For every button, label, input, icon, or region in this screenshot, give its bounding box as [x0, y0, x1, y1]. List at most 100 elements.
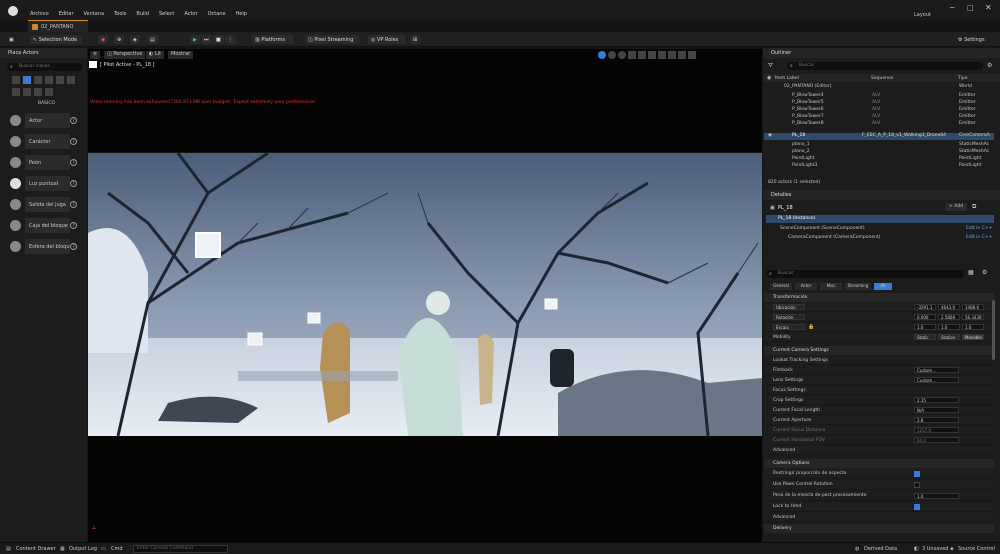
focal-value[interactable]: N/A [914, 407, 959, 413]
mobility-stationary[interactable]: Station [938, 334, 960, 340]
blueprint-icon[interactable]: ⧉ [972, 203, 976, 211]
stop-icon[interactable]: ■ [213, 35, 224, 44]
translate-icon[interactable] [598, 51, 606, 59]
tab-misc[interactable]: Misc [820, 283, 842, 290]
outliner-row[interactable]: P_BlowTower4 ALV Emitter [764, 93, 994, 100]
rotation-label[interactable]: Rotación [773, 314, 805, 320]
cinematic-icon[interactable] [45, 76, 53, 84]
all-classes-icon[interactable] [23, 88, 31, 96]
rotation-x[interactable]: 0.000 [914, 314, 936, 320]
location-label[interactable]: Ubicación [773, 304, 805, 310]
basic-icon[interactable] [23, 76, 31, 84]
help-icon[interactable]: ? [70, 222, 77, 229]
place-player-start-item[interactable]: Salida del juga? [10, 196, 80, 213]
vp-roles-button[interactable]: ◎ VP Roles [368, 35, 406, 44]
details-scrollbar[interactable] [992, 300, 995, 360]
location-y[interactable]: 4643.0 [938, 304, 960, 310]
place-pawn-item[interactable]: Peón? [10, 154, 80, 171]
viewport-menu-icon[interactable]: ≡ [90, 51, 100, 59]
maximize-viewport-icon[interactable] [688, 51, 696, 59]
filmback-select[interactable]: Custom... [914, 367, 959, 373]
tab-all[interactable]: All [874, 283, 892, 290]
menu-build[interactable]: Build [136, 11, 149, 17]
lens-select[interactable]: Custom... [914, 377, 959, 383]
actor-name[interactable]: PL_18 [778, 205, 793, 211]
lit-button[interactable]: ◐ Lit [146, 51, 165, 59]
help-icon[interactable]: ? [70, 159, 77, 166]
tab-actor[interactable]: Actor [795, 283, 817, 290]
selection-mode-button[interactable]: ↖ Selection Mode [30, 35, 82, 44]
outliner-row[interactable]: plano_1 StaticMeshAc [764, 142, 994, 149]
location-x[interactable]: -3291.1 [914, 304, 936, 310]
help-icon[interactable]: ? [70, 117, 77, 124]
settings-button[interactable]: ⚙ Settings [955, 35, 995, 44]
instance-row[interactable]: PL_18 (Instance) [766, 215, 994, 223]
col-type[interactable]: Tipo [958, 76, 967, 81]
mesh-icon[interactable] [45, 88, 53, 96]
cmd-button[interactable]: Cmd [111, 546, 123, 552]
recent-icon[interactable] [12, 76, 20, 84]
edit-cpp-link[interactable]: Edit in C++ [966, 235, 992, 240]
help-icon[interactable]: ? [70, 180, 77, 187]
content-drawer-button[interactable]: Content Drawer [16, 546, 56, 552]
cmd-icon[interactable]: ▭ [101, 546, 106, 552]
place-sphere-item[interactable]: Esfera del bloqu? [10, 238, 80, 255]
show-button[interactable]: Mostrar [168, 51, 194, 59]
perspective-button[interactable]: ◫ Perspective [104, 51, 146, 59]
maximize-icon[interactable]: □ [967, 4, 974, 12]
pixel-streaming-button[interactable]: ◫ Pixel Streaming [305, 35, 360, 44]
source-control-button[interactable]: Source Control [958, 546, 995, 552]
output-log-icon[interactable]: ▦ [60, 546, 65, 552]
place-point-light-item[interactable]: Luz puntual? [10, 175, 80, 192]
snap-scale-icon[interactable] [658, 51, 666, 59]
menu-tools[interactable]: Tools [114, 11, 126, 17]
platforms-button[interactable]: ▥ Platforms [252, 35, 294, 44]
settings-icon[interactable]: ⚙ [982, 269, 987, 276]
scale-z[interactable]: 1.0 [962, 324, 984, 330]
place-character-item[interactable]: Carácter? [10, 133, 80, 150]
scale-y[interactable]: 1.0 [938, 324, 960, 330]
rotation-y[interactable]: 2.5808 [938, 314, 960, 320]
search-input[interactable]: ⌕ Buscar clases [7, 63, 82, 71]
snap-grid-icon[interactable] [638, 51, 646, 59]
outliner-settings-icon[interactable]: ⚙ [987, 62, 992, 69]
lights-icon[interactable] [34, 76, 42, 84]
post-process-weight-value[interactable]: 1.0 [914, 493, 959, 499]
col-item-label[interactable]: Item Label [775, 76, 799, 81]
pawn-rotation-checkbox[interactable] [914, 482, 920, 488]
layout-label[interactable]: Layout [914, 12, 931, 18]
constrain-aspect-checkbox[interactable] [914, 471, 920, 477]
tab-general[interactable]: General [770, 283, 792, 290]
scene-component[interactable]: SceneComponent (SceneComponent) [780, 226, 865, 231]
filter-icon[interactable]: ⛛ [768, 62, 773, 70]
unsaved-button[interactable]: 3 Unsaved [922, 546, 948, 552]
outliner-row[interactable]: plano_2 StaticMeshAc [764, 149, 994, 156]
add-actor-icon[interactable]: ⊕ [114, 35, 125, 44]
viewport-layout-icon[interactable] [678, 51, 686, 59]
outliner-row[interactable]: P_BlowTower8 ALV Emitter [764, 121, 994, 128]
console-input[interactable]: Enter Console Command [133, 545, 228, 553]
lock-hmd-checkbox[interactable] [914, 504, 920, 510]
lookat-row[interactable]: Lookat Tracking Settings [764, 356, 994, 365]
step-icon[interactable]: ⏭ [201, 35, 212, 44]
outliner-search-input[interactable]: ⌕ Buscar [787, 62, 983, 70]
camera-options-section[interactable]: Camera Options [764, 459, 994, 468]
place-cube-item[interactable]: Caja del bloque? [10, 217, 80, 234]
camera-speed-icon[interactable] [668, 51, 676, 59]
world-icon[interactable] [628, 51, 636, 59]
menu-octane[interactable]: Octane [208, 11, 226, 17]
outliner-row[interactable]: P_BlowTower7 ALV Emitter [764, 114, 994, 121]
outliner-row[interactable]: PointLight PointLight [764, 156, 994, 163]
delivery-section[interactable]: Delivery [764, 524, 994, 533]
outliner-row-selected[interactable]: ◉ PL_18 F_ESC_A_P_18_v1_Walking3_Dronv04 Ci… [764, 133, 994, 140]
rotation-z[interactable]: 56.3439 [962, 314, 984, 320]
unreal-logo-icon[interactable] [8, 6, 18, 16]
derived-data-button[interactable]: Derived Data [864, 546, 897, 552]
play-button[interactable]: ▶ [190, 35, 200, 44]
mobility-static[interactable]: Static [914, 334, 936, 340]
octane-icon[interactable] [34, 88, 42, 96]
lock-icon[interactable]: 🔒 [808, 324, 814, 330]
level-tab[interactable]: 02_PANTANO [28, 20, 88, 32]
visibility-eye-icon[interactable]: ◉ [767, 75, 771, 81]
viewport-scene[interactable] [88, 153, 762, 436]
